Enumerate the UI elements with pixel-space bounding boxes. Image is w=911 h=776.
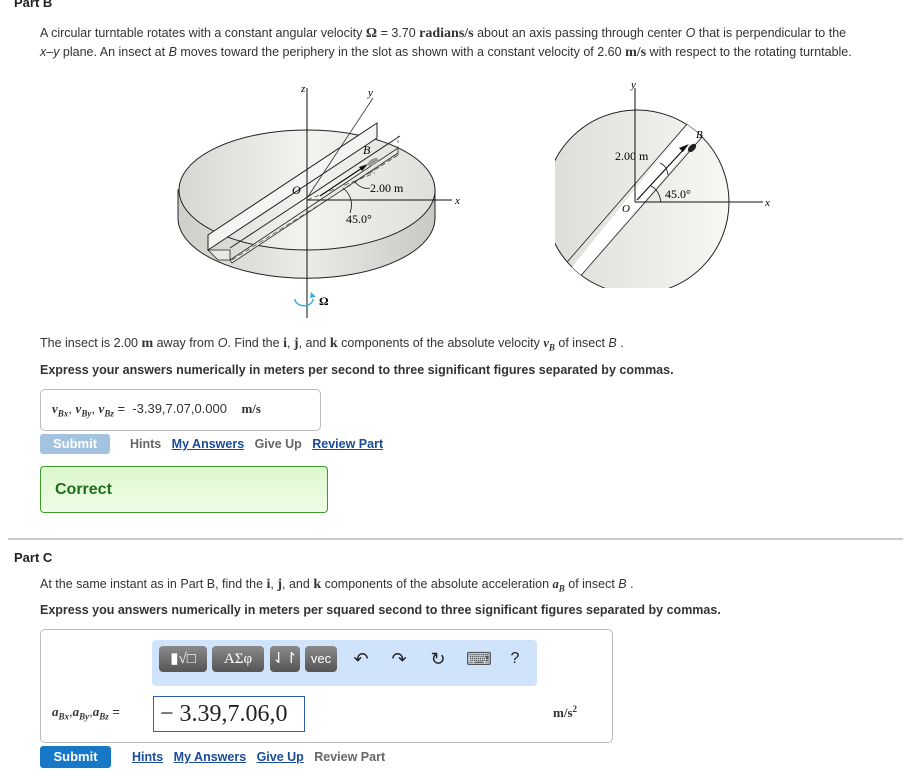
arrows-button[interactable]: ⇃↾ [270,646,300,672]
unit-text: m/s [553,705,573,721]
answer-sub: Bx [58,711,70,722]
point-label: B [618,577,627,591]
templates-button[interactable]: ▮√□ [159,646,207,672]
origin-label: O [622,203,630,215]
help-icon[interactable]: ? [504,646,526,672]
omega-symbol: Ω [365,26,378,41]
intro-text: moves toward the periphery in the slot a… [176,45,626,59]
unit-vector-k: k [329,336,338,351]
give-up-link[interactable]: Give Up [257,750,304,764]
review-part-link[interactable]: Review Part [312,437,383,451]
part-c-title: Part C [14,550,53,565]
reset-icon[interactable]: ↻ [427,646,449,672]
question-text: , and [282,577,314,591]
y-axis-label: y [367,87,373,99]
intro-text: = 3.70 [377,26,420,40]
part-c-submit-button[interactable]: Submit [40,746,111,768]
hints-link[interactable]: Hints [132,750,163,764]
unit-exponent: 2 [572,704,578,714]
my-answers-link[interactable]: My Answers [172,437,244,451]
origin-label: O [292,183,301,197]
point-label: B [608,336,617,350]
question-text: , and [298,336,330,350]
part-b-actions: Hints My Answers Give Up Review Part [130,437,383,451]
part-divider [8,538,903,540]
part-b-instruction: Express your answers numerically in mete… [40,363,674,377]
part-b-submit-button[interactable]: Submit [40,434,110,454]
undo-icon[interactable]: ↶ [350,646,372,672]
y-axis-label: y [630,79,636,91]
question-text: away from [153,336,218,350]
question-text: At the same instant as in Part B, find t… [40,577,267,591]
question-text: . [626,577,634,591]
hints-link[interactable]: Hints [130,437,161,451]
distance-label: 2.00 m [370,181,404,195]
answer-sub: By [81,408,92,419]
distance-label: 2.00 m [615,149,649,163]
point-b-label: B [696,129,703,141]
part-c-answer-input[interactable]: − 3.39,7.06,0 [153,696,305,732]
rotation-arrow-icon [294,298,314,307]
answer-sub: By [79,711,90,722]
question-text: . Find the [227,336,284,350]
correct-feedback: Correct [40,466,328,513]
intro-text: about an axis passing through center [473,26,686,40]
question-text: , [286,336,294,350]
part-b-answer-box: vBx, vBy, vBz = -3.39,7.07,0.000 m/s [40,389,321,431]
answer-sub: Bx [57,408,69,419]
part-c-instruction: Express you answers numerically in meter… [40,603,721,617]
answer-sub: Bz [104,408,114,419]
answer-label: aBx,aBy,aBz = [52,704,120,722]
intro-text: that is perpendicular to the [695,26,847,40]
turntable-top-view-figure: y x O B 2.00 m 45.0° [555,79,770,288]
x-axis-label: x [454,195,460,207]
answer-label: vBx, vBy, vBz = -3.39,7.07,0.000 m/s [52,401,261,419]
question-text: of insect [564,577,619,591]
question-text: of insect [554,336,609,350]
point-b-label: B [363,143,371,157]
part-b-question: The insect is 2.00 m away from O. Find t… [40,334,624,357]
equals-sign: = [112,704,120,719]
intro-text: plane. An insect at [59,45,169,59]
unit: m [141,336,154,351]
part-c-actions: Hints My Answers Give Up Review Part [132,750,385,764]
answer-unit: m/s2 [553,704,577,721]
greek-symbols-button[interactable]: ΑΣφ [212,646,264,672]
question-text: components of the absolute acceleration [321,577,553,591]
part-c-answer-box: ▮√□ ΑΣφ ⇃↾ vec ↶ ↷ ↻ ⌨ ? aBx,aBy,aBz = −… [40,629,613,743]
point-label: O [685,26,696,40]
vector-button[interactable]: vec [305,646,337,672]
equals-sign: = [117,401,126,416]
unit: radians/s [419,26,474,41]
angle-label: 45.0° [346,212,372,226]
question-text: . [616,336,624,350]
part-b-title: Part B [14,0,53,10]
question-text: The insect is 2.00 [40,336,142,350]
intro-text: A circular turntable rotates with a cons… [40,26,366,40]
question-text: components of the absolute velocity [337,336,544,350]
plane-label: x–y [40,45,60,59]
unit: m/s [625,45,647,60]
correct-text: Correct [55,481,112,498]
x-axis-label: x [764,197,770,209]
omega-label: Ω [319,294,329,308]
give-up-link[interactable]: Give Up [255,437,302,451]
point-label: B [168,45,177,59]
review-part-link[interactable]: Review Part [314,750,385,764]
keyboard-icon[interactable]: ⌨ [466,646,492,672]
redo-icon[interactable]: ↷ [388,646,410,672]
answer-sub: Bz [99,711,109,722]
intro-text: with respect to the rotating turntable. [646,45,852,59]
turntable-3d-figure: z y x O B 2.00 m 45.0° Ω [177,83,460,318]
answer-unit: m/s [241,401,261,416]
unit-vector-k: k [313,577,322,592]
point-label: O [217,336,228,350]
part-b-answer-value: -3.39,7.07,0.000 [132,401,227,416]
part-c-question: At the same instant as in Part B, find t… [40,575,634,598]
my-answers-link[interactable]: My Answers [174,750,246,764]
angle-label: 45.0° [665,187,691,201]
math-toolbar: ▮√□ ΑΣφ ⇃↾ vec ↶ ↷ ↻ ⌨ ? [152,640,537,686]
z-axis-label: z [300,83,306,95]
part-b-intro: A circular turntable rotates with a cons… [40,24,905,62]
